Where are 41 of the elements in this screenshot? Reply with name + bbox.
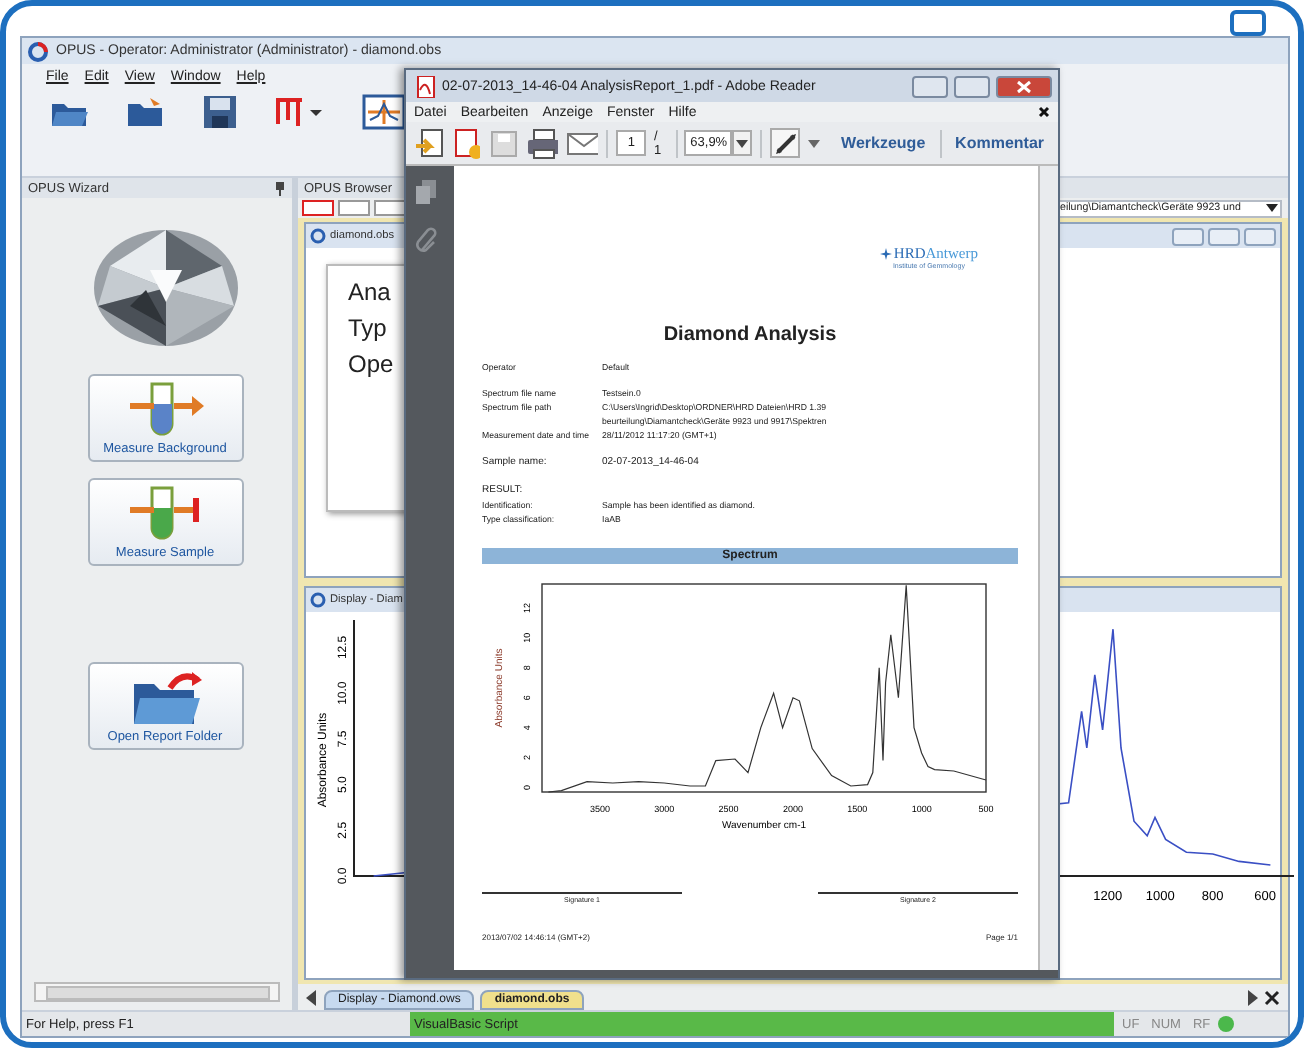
close-icon[interactable] <box>1264 989 1280 1005</box>
close-icon[interactable] <box>1038 106 1050 118</box>
horizontal-scrollbar[interactable] <box>34 982 280 1002</box>
app-logo-icon <box>28 41 48 61</box>
document-icon[interactable] <box>451 127 481 159</box>
app-logo-icon <box>310 228 326 244</box>
fit-page-button[interactable] <box>770 128 801 158</box>
maximize-button[interactable] <box>954 75 990 97</box>
view-tab-icon[interactable] <box>374 200 406 216</box>
pane-link[interactable]: Kommentar <box>949 134 1050 152</box>
pin-icon[interactable] <box>274 181 286 195</box>
caret-icon <box>1266 204 1278 212</box>
test-tube-icon <box>125 380 205 440</box>
view-tab-icon[interactable] <box>338 200 370 216</box>
close-icon <box>1016 79 1032 93</box>
report-title: Diamond Analysis <box>661 324 839 346</box>
pane-link[interactable]: Werkzeuge <box>835 134 932 152</box>
scroll-left-icon[interactable] <box>306 989 318 1005</box>
pages-icon[interactable] <box>414 178 438 206</box>
peaks-dropdown-icon[interactable] <box>274 96 326 128</box>
email-icon[interactable] <box>566 129 599 157</box>
vertical-scrollbar[interactable] <box>1038 166 1058 970</box>
minimize-button[interactable] <box>912 75 948 97</box>
pdf-icon <box>416 75 436 97</box>
create-pdf-icon[interactable] <box>414 127 444 159</box>
test-tube-icon <box>125 484 205 544</box>
report-line: Typ <box>348 314 387 342</box>
report-line: Ana <box>348 278 391 306</box>
close-button[interactable] <box>996 75 1052 97</box>
spectrum-tool-icon[interactable] <box>362 94 406 130</box>
star-icon <box>879 247 892 259</box>
status-light-icon <box>1218 1016 1235 1032</box>
save-icon[interactable] <box>202 94 238 130</box>
view-tab-icon[interactable] <box>302 200 334 216</box>
folder-icon[interactable] <box>126 96 166 128</box>
report-line: Ope <box>348 350 394 378</box>
scroll-right-icon[interactable] <box>1246 989 1258 1005</box>
paperclip-icon[interactable] <box>414 226 438 254</box>
print-icon[interactable] <box>525 127 558 159</box>
app-logo-icon <box>310 592 326 608</box>
zoom-dropdown-button[interactable] <box>732 130 753 156</box>
